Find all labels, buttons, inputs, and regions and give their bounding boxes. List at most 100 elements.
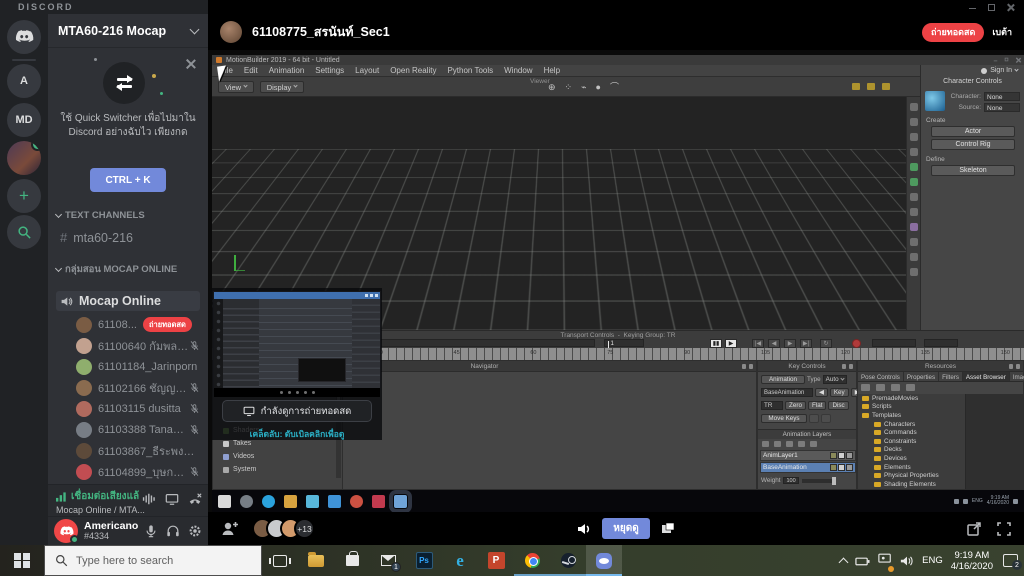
layer-toggle [846,464,853,471]
server-header[interactable]: MTA60-216 Mocap [48,14,208,48]
asset-folder-row: Elements [858,463,965,472]
more-viewers-badge: +13 [294,518,315,539]
screen-share-icon[interactable] [165,492,179,506]
app-badge: 1 [391,562,401,572]
taskbar-app[interactable] [514,545,550,576]
speaker-icon[interactable] [900,555,914,567]
disabled-button [809,414,819,423]
participant-stream-tile[interactable]: กำลังดูการถ่ายทอดสด เคล็ดลับ: ดับเบิลคลิ… [212,288,382,440]
stop-watching-button[interactable]: หยุดดู [602,518,650,539]
layer-toggle [838,452,845,459]
screens-icon[interactable] [660,521,676,537]
server-icon-a[interactable]: A [7,64,41,98]
maximize-icon[interactable] [988,4,995,11]
action-center-icon[interactable]: 2 [1003,554,1018,567]
display-connect-icon[interactable] [878,552,892,570]
plus-icon: + [19,186,29,206]
stream-taskbar-app [240,495,253,508]
voice-user-row[interactable]: 61103867_ธีระพงษ์_sec1 [48,440,208,461]
language-indicator[interactable]: ENG [922,555,943,566]
taskbar-app[interactable] [586,545,622,576]
define-section-label: Define [926,156,945,163]
settings-gear-icon[interactable] [188,524,202,538]
discord-home-button[interactable] [7,20,41,54]
stream-taskbar-app [306,495,319,508]
windows-taskbar: Type here to search 1 Ps e P [0,545,1024,576]
taskbar-app[interactable]: e [442,545,478,576]
voice-user-row[interactable]: 61101184_Jarinporn [48,356,208,377]
explore-servers-button[interactable] [7,215,41,249]
voice-user-row[interactable]: 61108... ถ่ายทอดสด [48,314,208,335]
app-icon [273,555,287,567]
user-avatar[interactable] [54,519,78,543]
voice-user-row[interactable]: 61102166 ชัญญานุช ... [48,377,208,398]
stream-video[interactable]: MotionBuilder 2019 - 64 bit - Untitled F… [208,50,1024,512]
stream-title: 61108775_สรนันท์_Sec1 [252,22,390,42]
snap-dropdown [924,339,958,347]
taskbar-app[interactable]: 1 [370,545,406,576]
taskbar-app[interactable] [298,545,334,576]
speaker-icon [60,295,73,308]
clock[interactable]: 9:19 AM 4/16/2020 [951,550,993,572]
channel-sidebar: MTA60-216 Mocap ใช้ Quick Switcher เพื่อ… [48,14,208,545]
voice-user-row[interactable]: 61104899_บุษกร_S... [48,461,208,482]
sign-in-button: Sign In [981,67,1018,74]
voice-user-row[interactable]: 61103115 dusitta [48,398,208,419]
tray-expand-icon[interactable] [839,557,849,567]
fullscreen-icon[interactable] [996,521,1012,537]
minimize-icon[interactable] [969,4,976,9]
taskbar-app[interactable]: Ps [406,545,442,576]
animation-layer-row: AnimLayer1 [760,450,856,461]
username-block: Americano #4334 [84,521,138,541]
taskbar-app[interactable] [550,545,586,576]
disc-button: Disc [828,401,848,410]
asset-folder-row: Templates [858,411,965,420]
mic-muted-icon [189,340,200,351]
server-icon-mocap[interactable] [7,141,41,175]
discriminator: #4334 [84,531,138,541]
disconnect-call-icon[interactable] [188,492,202,506]
taskbar-search[interactable]: Type here to search [44,545,262,576]
ctrl-k-button[interactable]: CTRL + K [90,168,166,192]
windows-logo-icon [14,553,30,569]
battery-icon[interactable] [855,555,870,567]
discord-logo-icon [14,27,34,47]
close-icon[interactable] [1007,4,1014,11]
stream-taskbar-app [350,495,363,508]
layer-toggle [838,464,845,471]
pane-pin-icons [742,364,753,369]
close-icon [1016,58,1020,62]
stream-taskbar-app [262,495,275,508]
menu-item: Edit [244,66,258,75]
taskbar-app[interactable] [334,545,370,576]
loop-button: ↻ [820,339,832,348]
start-button[interactable] [0,545,44,576]
layer-dropdown: BaseAnimation [761,388,813,397]
voice-user-row[interactable]: 61100640 กัมพล เงิ... [48,335,208,356]
mic-icon[interactable] [144,524,158,538]
invite-to-call-icon[interactable] [220,519,240,539]
server-icon-md[interactable]: MD [7,103,41,137]
headphones-icon[interactable] [166,524,180,538]
volume-icon[interactable] [576,521,592,537]
layer-weight-row: Weight 100 [761,477,836,484]
text-channels-header[interactable]: TEXT CHANNELS [48,210,208,221]
chevron-down-icon [190,24,200,34]
voice-category-header[interactable]: กลุ่มสอน MOCAP ONLINE [48,262,208,277]
add-server-button[interactable]: + [7,179,41,213]
noise-suppression-icon[interactable] [142,492,156,506]
streamer-avatar [220,21,242,43]
channel-mta60-216[interactable]: mta60-216 [56,227,200,248]
search-icon [55,554,68,567]
close-icon[interactable] [185,58,196,69]
taskbar-app[interactable] [262,545,298,576]
taskbar-app[interactable]: P [478,545,514,576]
quick-switcher-text: ใช้ Quick Switcher เพื่อไปมาใน Discord อ… [48,112,208,140]
viewer-pane-label: Viewer [530,78,550,85]
ruler-tick-label: 90 [684,350,690,356]
popout-icon[interactable] [966,521,982,537]
sparkle [160,92,163,95]
voice-user-row[interactable]: 61103388 Tanadon [48,419,208,440]
chevron-down-icon [55,265,62,272]
voice-channel-mocap-online[interactable]: Mocap Online [56,291,200,311]
